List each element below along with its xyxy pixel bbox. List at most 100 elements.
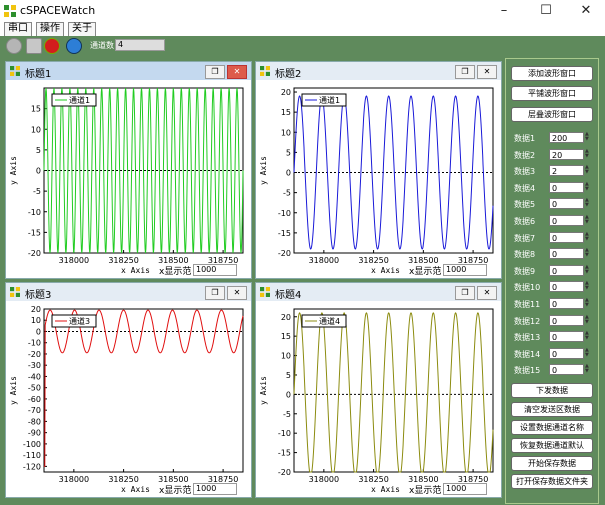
spin-arrows-icon[interactable]: ▲ ▼ xyxy=(585,298,592,309)
plot-window-header[interactable]: 标题2 ❐ ✕ xyxy=(256,62,501,80)
settings-icon[interactable] xyxy=(26,38,42,54)
data-input-7[interactable]: 0 xyxy=(549,231,584,243)
data-input-2[interactable]: 20 xyxy=(549,148,584,160)
spin-arrows-icon[interactable]: ▲ ▼ xyxy=(585,198,592,209)
y-tick-label: -10 xyxy=(278,429,291,438)
x-range-input[interactable]: 1000 xyxy=(193,264,237,276)
stop-icon[interactable] xyxy=(44,38,60,54)
x-tick-label: 318000 xyxy=(59,256,90,265)
minimize-button[interactable]: – xyxy=(484,0,524,22)
plot-window-header[interactable]: 标题1 ❐ ✕ xyxy=(6,62,251,80)
data-input-4[interactable]: 0 xyxy=(549,181,584,193)
menu-serial[interactable]: 串口 xyxy=(4,22,32,37)
start-save-data-button[interactable]: 开始保存数据 xyxy=(511,456,593,471)
plot-window-3[interactable]: 标题3 ❐ ✕ -120 -110 -100 -90 -80 -70 -60 -50 -40 -3… xyxy=(5,282,252,498)
y-tick-label: 0 xyxy=(36,167,41,176)
spin-arrows-icon[interactable]: ▲ ▼ xyxy=(585,347,592,359)
y-tick-label: -15 xyxy=(278,449,291,458)
data-input-15[interactable]: 0 xyxy=(549,364,584,376)
spin-arrows-icon[interactable]: ▲ ▼ xyxy=(585,264,592,276)
plot-window-header[interactable]: 标题4 ❐ ✕ xyxy=(256,283,501,301)
close-window-button[interactable]: ✕ xyxy=(227,65,247,79)
data-input-6[interactable]: 0 xyxy=(549,215,584,226)
close-button[interactable]: ✕ xyxy=(566,0,605,22)
spin-arrows-icon[interactable]: ▲ ▼ xyxy=(585,331,592,342)
spin-arrows-icon[interactable]: ▲ ▼ xyxy=(585,248,592,259)
data-input-1[interactable]: 200 xyxy=(549,132,584,143)
data-input-11[interactable]: 0 xyxy=(549,298,584,309)
connect-icon[interactable] xyxy=(6,38,22,54)
restore-button[interactable]: ❐ xyxy=(455,65,475,79)
data-label-8: 数据8 xyxy=(514,250,536,260)
cascade-wave-windows-button[interactable]: 层叠波形窗口 xyxy=(511,107,593,122)
refresh-icon[interactable] xyxy=(66,38,82,54)
plot-window-4[interactable]: 标题4 ❐ ✕ -20 -15 -10 -5 0 5 10 15 20 318000 318250 3… xyxy=(255,282,502,498)
y-tick-label: 20 xyxy=(31,305,41,314)
close-window-button[interactable]: ✕ xyxy=(227,286,247,300)
data-input-9[interactable]: 0 xyxy=(549,264,584,276)
y-tick-label: -20 xyxy=(278,468,291,477)
spin-arrows-icon[interactable]: ▲ ▼ xyxy=(585,165,592,176)
data-input-10[interactable]: 0 xyxy=(549,281,584,293)
y-tick-label: -10 xyxy=(28,208,41,217)
spin-arrows-icon[interactable]: ▲ ▼ xyxy=(585,181,592,193)
plot-window-header[interactable]: 标题3 ❐ ✕ xyxy=(6,283,251,301)
x-axis-label: x Axis xyxy=(371,266,400,275)
y-tick-label: 10 xyxy=(281,128,291,137)
y-tick-label: -90 xyxy=(28,429,41,438)
tile-wave-windows-button[interactable]: 平铺波形窗口 xyxy=(511,86,593,101)
data-label-2: 数据2 xyxy=(514,150,536,160)
spin-arrows-icon[interactable]: ▲ ▼ xyxy=(585,314,592,326)
spin-arrows-icon[interactable]: ▲ ▼ xyxy=(585,215,592,226)
data-input-5[interactable]: 0 xyxy=(549,198,584,210)
y-tick-label: -5 xyxy=(283,410,291,419)
data-input-14[interactable]: 0 xyxy=(549,347,584,359)
window-icon xyxy=(260,66,270,76)
open-save-folder-button[interactable]: 打开保存数据文件夹 xyxy=(511,474,593,489)
set-channel-name-button[interactable]: 设置数据通道名称 xyxy=(511,420,593,435)
data-input-8[interactable]: 0 xyxy=(549,248,584,260)
send-data-button[interactable]: 下发数据 xyxy=(511,383,593,398)
legend-label: 通道3 xyxy=(69,316,90,326)
close-window-button[interactable]: ✕ xyxy=(477,286,497,300)
plot-window-title: 标题3 xyxy=(25,290,52,301)
plot-window-title: 标题2 xyxy=(275,69,302,80)
data-input-12[interactable]: 0 xyxy=(549,314,584,326)
x-tick-label: 318250 xyxy=(358,475,389,484)
restore-button[interactable]: ❐ xyxy=(205,65,225,79)
window-icon xyxy=(10,66,20,76)
spin-arrows-icon[interactable]: ▲ ▼ xyxy=(585,281,592,292)
x-axis-label: x Axis xyxy=(121,266,150,275)
menu-about[interactable]: 关于 xyxy=(68,22,96,37)
spin-arrows-icon[interactable]: ▲ ▼ xyxy=(585,364,592,375)
menu-bar: 串口 操作 关于 xyxy=(0,22,605,37)
restore-button[interactable]: ❐ xyxy=(455,286,475,300)
y-tick-label: 0 xyxy=(286,169,291,178)
restore-channel-default-button[interactable]: 恢复数据通道默认 xyxy=(511,438,593,453)
plot-window-2[interactable]: 标题2 ❐ ✕ -20 -15 -10 -5 0 5 10 15 20 318000 318250 3… xyxy=(255,61,502,279)
x-range-input[interactable]: 1000 xyxy=(193,483,237,495)
y-tick-label: -50 xyxy=(28,384,41,393)
y-tick-label: -5 xyxy=(33,187,41,196)
spin-arrows-icon[interactable]: ▲ ▼ xyxy=(585,148,592,160)
x-range-input[interactable]: 1000 xyxy=(443,264,487,276)
plot-window-title: 标题1 xyxy=(25,69,52,80)
y-tick-label: -20 xyxy=(28,249,41,258)
restore-button[interactable]: ❐ xyxy=(205,286,225,300)
x-range-input[interactable]: 1000 xyxy=(443,483,487,495)
clear-send-area-button[interactable]: 清空发送区数据 xyxy=(511,402,593,417)
plot-canvas: -120-110-100-90-80-70-60-50-40-30-20-100… xyxy=(9,305,244,494)
maximize-button[interactable]: ☐ xyxy=(526,0,566,22)
plot-window-1[interactable]: 标题1 ❐ ✕ -20 -15 -10 -5 0 5 10 15 318000 318250 318… xyxy=(5,61,252,279)
spin-arrows-icon[interactable]: ▲ ▼ xyxy=(585,231,592,243)
data-input-3[interactable]: 2 xyxy=(549,165,584,177)
data-input-13[interactable]: 0 xyxy=(549,331,584,343)
close-window-button[interactable]: ✕ xyxy=(477,65,497,79)
channel-count-input[interactable]: 4 xyxy=(115,39,165,51)
x-tick-label: 318000 xyxy=(309,475,340,484)
add-wave-window-button[interactable]: 添加波形窗口 xyxy=(511,66,593,81)
menu-operation[interactable]: 操作 xyxy=(36,22,64,37)
y-axis-label: y Axis xyxy=(259,376,268,405)
spin-arrows-icon[interactable]: ▲ ▼ xyxy=(585,132,592,143)
data-label-7: 数据7 xyxy=(514,233,536,243)
